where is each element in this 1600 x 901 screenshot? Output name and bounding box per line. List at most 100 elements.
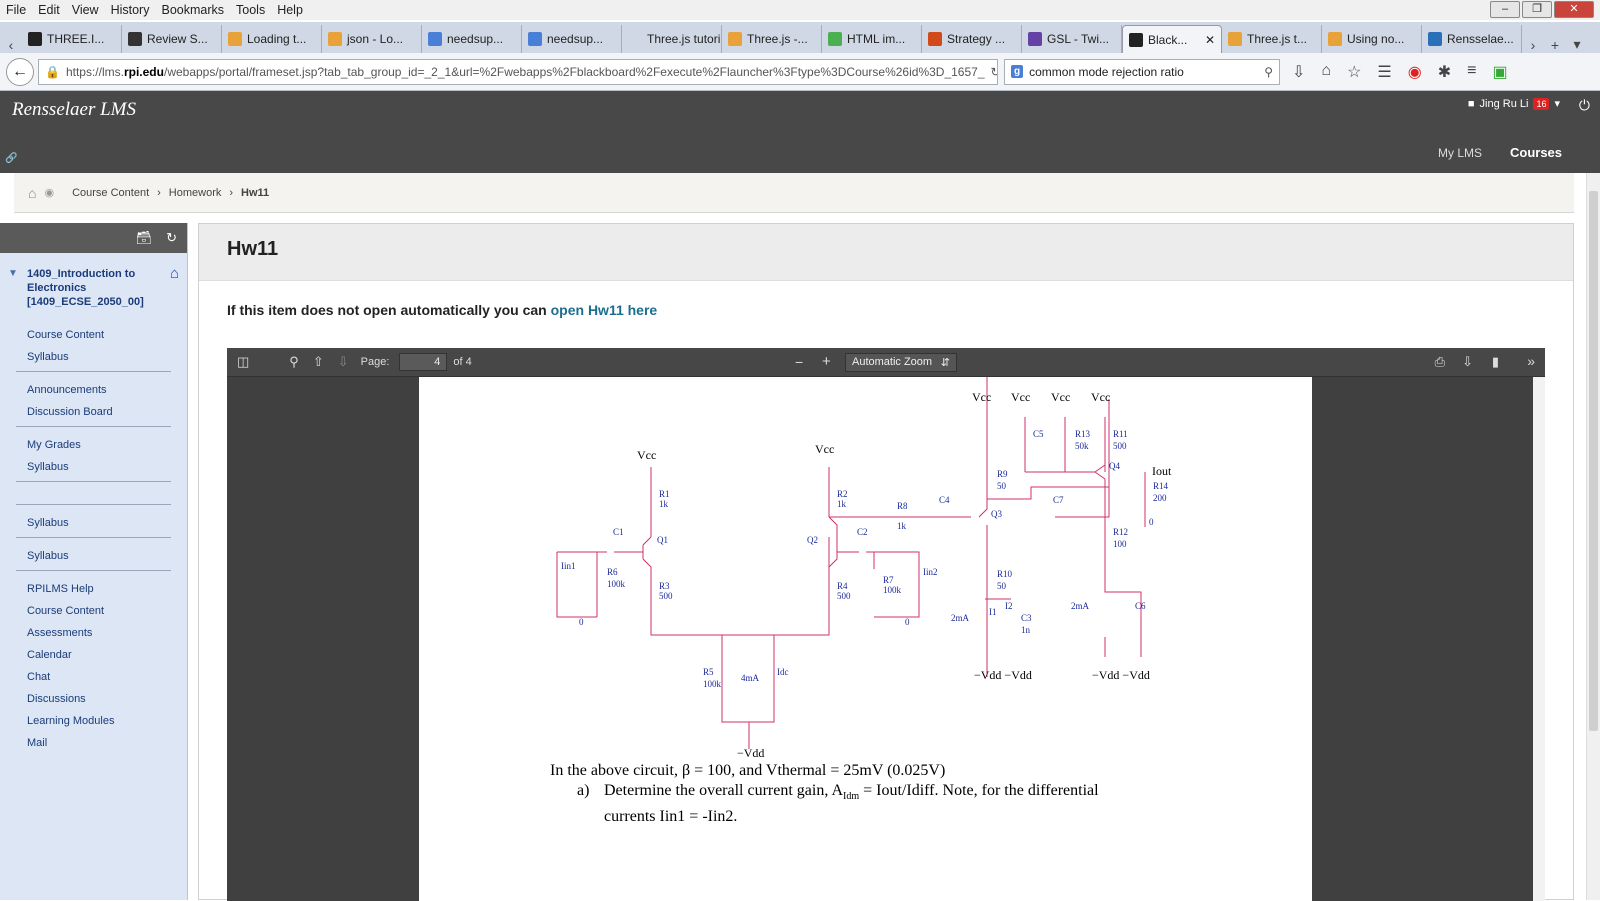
course-home-icon[interactable]: ⌂: [170, 265, 179, 282]
menu-item[interactable]: File: [6, 3, 26, 17]
browser-tab[interactable]: needsup...: [422, 25, 522, 53]
bookmark-star-icon[interactable]: ☆: [1347, 62, 1361, 82]
back-icon[interactable]: ←: [6, 57, 34, 86]
menu-item[interactable]: Bookmarks: [161, 3, 224, 17]
bookmarks-list-icon[interactable]: ☰: [1377, 62, 1391, 82]
link-icon[interactable]: 🔗: [5, 153, 17, 164]
page-scrollbar[interactable]: [1586, 173, 1600, 900]
open-notice-text: If this item does not open automatically…: [227, 302, 551, 318]
sidebar-item[interactable]: RPILMS Help: [27, 583, 187, 595]
sidebar-item[interactable]: Discussions: [27, 693, 187, 705]
menu-item[interactable]: Edit: [38, 3, 60, 17]
print-icon[interactable]: ⎙: [1435, 354, 1445, 370]
browser-tab[interactable]: needsup...: [522, 25, 622, 53]
sidebar-item[interactable]: Learning Modules: [27, 715, 187, 727]
circuit-label: R12: [1113, 527, 1128, 537]
course-title[interactable]: 1409_Introduction to Electronics [1409_E…: [27, 267, 145, 309]
browser-tab[interactable]: Rensselae...: [1422, 25, 1522, 53]
problem-text: In the above circuit, β = 100, and Vther…: [550, 761, 1099, 827]
pdf-scrollbar[interactable]: [1533, 377, 1545, 901]
sidebar-item[interactable]: Syllabus: [27, 461, 187, 473]
breadcrumb-item[interactable]: Homework: [169, 187, 222, 199]
folder-view-icon[interactable]: 🗃: [136, 230, 153, 246]
browser-tab[interactable]: HTML im...: [822, 25, 922, 53]
download-icon[interactable]: ⇩: [1292, 62, 1305, 82]
breadcrumb-dropdown-icon[interactable]: ◉: [44, 186, 54, 199]
browser-tab[interactable]: Loading t...: [222, 25, 322, 53]
zoom-select[interactable]: Automatic Zoom ⇵: [845, 353, 957, 372]
browser-tab[interactable]: GSL - Twi...: [1022, 25, 1122, 53]
bookmark-icon[interactable]: ▮: [1492, 354, 1499, 370]
refresh-icon[interactable]: ↻: [166, 230, 177, 246]
sidebar-item[interactable]: Syllabus: [27, 550, 187, 562]
browser-tab[interactable]: Strategy ...: [922, 25, 1022, 53]
sidebar-item[interactable]: Syllabus: [27, 351, 187, 363]
zoom-out-icon[interactable]: −: [795, 354, 803, 370]
menu-item[interactable]: Help: [277, 3, 303, 17]
sidebar-toggle-icon[interactable]: ◫: [237, 354, 249, 370]
user-dropdown-icon[interactable]: ▾: [1554, 97, 1560, 110]
browser-tab[interactable]: Using no...: [1322, 25, 1422, 53]
menu-icon[interactable]: ≡: [1467, 62, 1476, 82]
sidebar-group: [0, 482, 187, 504]
tools-icon[interactable]: »: [1527, 353, 1535, 369]
restore-button[interactable]: ❐: [1522, 1, 1552, 18]
minimize-button[interactable]: –: [1490, 1, 1520, 18]
menu-item[interactable]: Tools: [236, 3, 265, 17]
logout-icon[interactable]: ⏻: [1579, 97, 1590, 114]
nav-courses[interactable]: Courses: [1510, 145, 1562, 160]
tab-scroll-right-icon[interactable]: ›: [1522, 37, 1544, 53]
adblock-icon[interactable]: ◉: [1408, 62, 1422, 82]
browser-tab[interactable]: Three.js -...: [722, 25, 822, 53]
sidebar-item[interactable]: Syllabus: [27, 517, 187, 529]
sidebar-item[interactable]: Assessments: [27, 627, 187, 639]
close-tab-icon[interactable]: ✕: [1205, 33, 1215, 47]
sidebar-item[interactable]: My Grades: [27, 439, 187, 451]
breadcrumb: ⌂ ◉ Course Content › Homework › Hw11: [14, 173, 1574, 213]
url-bar[interactable]: 🔒 https://lms.rpi.edu/webapps/portal/fra…: [38, 58, 998, 85]
next-page-icon[interactable]: ⇩: [338, 354, 349, 370]
sidebar-item[interactable]: Chat: [27, 671, 187, 683]
previous-page-icon[interactable]: ⇧: [313, 354, 324, 370]
circuit-rail-label: Vcc: [972, 390, 991, 404]
new-tab-icon[interactable]: +: [1544, 37, 1566, 53]
nav-my-lms[interactable]: My LMS: [1438, 146, 1482, 160]
home-icon[interactable]: ⌂: [1321, 62, 1331, 82]
browser-tab[interactable]: Three.js t...: [1222, 25, 1322, 53]
reload-icon[interactable]: ↻: [991, 65, 998, 79]
page-number-input[interactable]: 4: [399, 353, 448, 371]
notification-badge[interactable]: 16: [1533, 97, 1550, 110]
circuit-label: 100k: [607, 579, 626, 589]
extension-icon[interactable]: ✱: [1438, 62, 1451, 82]
browser-tab[interactable]: Review S...: [122, 25, 222, 53]
page-scrollbar-thumb[interactable]: [1589, 191, 1598, 731]
sidebar-item[interactable]: Course Content: [27, 605, 187, 617]
browser-tab[interactable]: THREE.I...: [22, 25, 122, 53]
browser-tab[interactable]: Black... ✕: [1122, 25, 1222, 53]
zoom-in-icon[interactable]: +: [822, 353, 831, 370]
sidebar-item[interactable]: Mail: [27, 737, 187, 749]
sidebar-item[interactable]: Announcements: [27, 384, 187, 396]
menu-item[interactable]: History: [111, 3, 150, 17]
part-a-label: a): [577, 782, 590, 799]
breadcrumb-item[interactable]: Course Content: [72, 187, 149, 199]
search-icon[interactable]: ⚲: [1264, 65, 1273, 79]
page-count: of 4: [453, 356, 472, 368]
download-pdf-icon[interactable]: ⇩: [1462, 354, 1473, 370]
addon-icon[interactable]: ▣: [1492, 62, 1507, 82]
find-icon[interactable]: ⚲: [289, 354, 299, 370]
tab-scroll-left-icon[interactable]: ‹: [0, 37, 22, 53]
tab-list-icon[interactable]: ▾: [1566, 36, 1588, 53]
home-icon[interactable]: ⌂: [28, 185, 36, 201]
collapse-arrow-icon[interactable]: ▼: [8, 268, 18, 279]
search-input[interactable]: g common mode rejection ratio ⚲: [1004, 58, 1280, 85]
browser-tab[interactable]: json - Lo...: [322, 25, 422, 53]
sidebar-item[interactable]: Course Content: [27, 329, 187, 341]
browser-tab[interactable]: Three.js tutori...: [622, 25, 722, 53]
sidebar-item[interactable]: Calendar: [27, 649, 187, 661]
sidebar-item[interactable]: Discussion Board: [27, 406, 187, 418]
user-menu[interactable]: ■ Jing Ru Li 16 ▾: [1468, 97, 1560, 110]
close-window-button[interactable]: ✕: [1554, 1, 1594, 18]
open-hw-link[interactable]: open Hw11 here: [551, 302, 658, 318]
menu-item[interactable]: View: [72, 3, 99, 17]
